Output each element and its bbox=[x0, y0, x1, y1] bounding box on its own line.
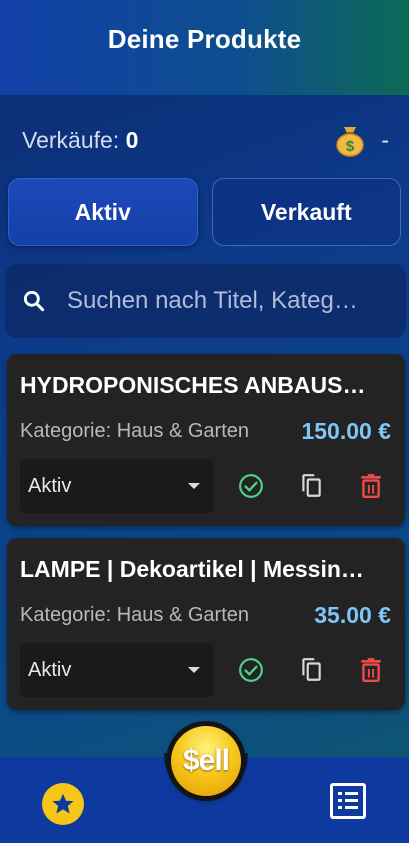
sell-fab-button[interactable]: $ell bbox=[171, 726, 241, 796]
star-icon[interactable] bbox=[42, 783, 84, 825]
status-select-value: Aktiv bbox=[28, 658, 72, 681]
product-category: Kategorie: Haus & Garten bbox=[20, 604, 250, 626]
check-circle-icon[interactable] bbox=[237, 472, 265, 500]
product-controls: Aktiv bbox=[20, 643, 391, 697]
list-icon[interactable] bbox=[330, 783, 366, 819]
product-title[interactable]: HYDROPONISCHES ANBAUS… bbox=[20, 372, 391, 399]
tab-aktiv[interactable]: Aktiv bbox=[8, 178, 198, 246]
revenue-display: $ - bbox=[333, 123, 389, 157]
status-select[interactable]: Aktiv bbox=[20, 459, 214, 513]
delete-icon[interactable] bbox=[357, 472, 385, 500]
product-price: 35.00 € bbox=[314, 602, 391, 628]
copy-icon[interactable] bbox=[297, 472, 325, 500]
product-card: LAMPE | Dekoartikel | Messin… Kategorie:… bbox=[7, 538, 405, 710]
status-tabs: Aktiv Verkauft bbox=[8, 178, 401, 246]
svg-text:$: $ bbox=[346, 138, 355, 155]
delete-icon[interactable] bbox=[357, 656, 385, 684]
copy-icon[interactable] bbox=[297, 656, 325, 684]
money-bag-icon: $ bbox=[333, 123, 367, 157]
product-price: 150.00 € bbox=[301, 418, 391, 444]
search-input[interactable] bbox=[67, 287, 406, 315]
sales-count: 0 bbox=[125, 126, 139, 153]
status-select-value: Aktiv bbox=[28, 474, 72, 497]
product-card: HYDROPONISCHES ANBAUS… Kategorie: Haus &… bbox=[7, 354, 405, 526]
sales-label: Verkäufe: bbox=[22, 126, 120, 153]
product-controls: Aktiv bbox=[20, 459, 391, 513]
search-icon bbox=[21, 288, 47, 314]
check-circle-icon[interactable] bbox=[237, 656, 265, 684]
product-meta: Kategorie: Haus & Garten 35.00 € bbox=[20, 602, 391, 629]
search-bar[interactable] bbox=[5, 264, 406, 338]
page-title: Deine Produkte bbox=[107, 24, 302, 54]
product-category: Kategorie: Haus & Garten bbox=[20, 420, 250, 442]
sales-counter: Verkäufe: 0 bbox=[22, 127, 138, 154]
tab-verkauft[interactable]: Verkauft bbox=[211, 178, 401, 246]
app-header: Deine Produkte bbox=[0, 0, 409, 95]
product-meta: Kategorie: Haus & Garten 150.00 € bbox=[20, 418, 391, 445]
chevron-down-icon bbox=[188, 483, 200, 489]
sales-stats: Verkäufe: 0 $ - bbox=[22, 122, 389, 158]
revenue-value: - bbox=[381, 126, 389, 153]
status-select[interactable]: Aktiv bbox=[20, 643, 214, 697]
chevron-down-icon bbox=[188, 667, 200, 673]
product-title[interactable]: LAMPE | Dekoartikel | Messin… bbox=[20, 556, 391, 583]
